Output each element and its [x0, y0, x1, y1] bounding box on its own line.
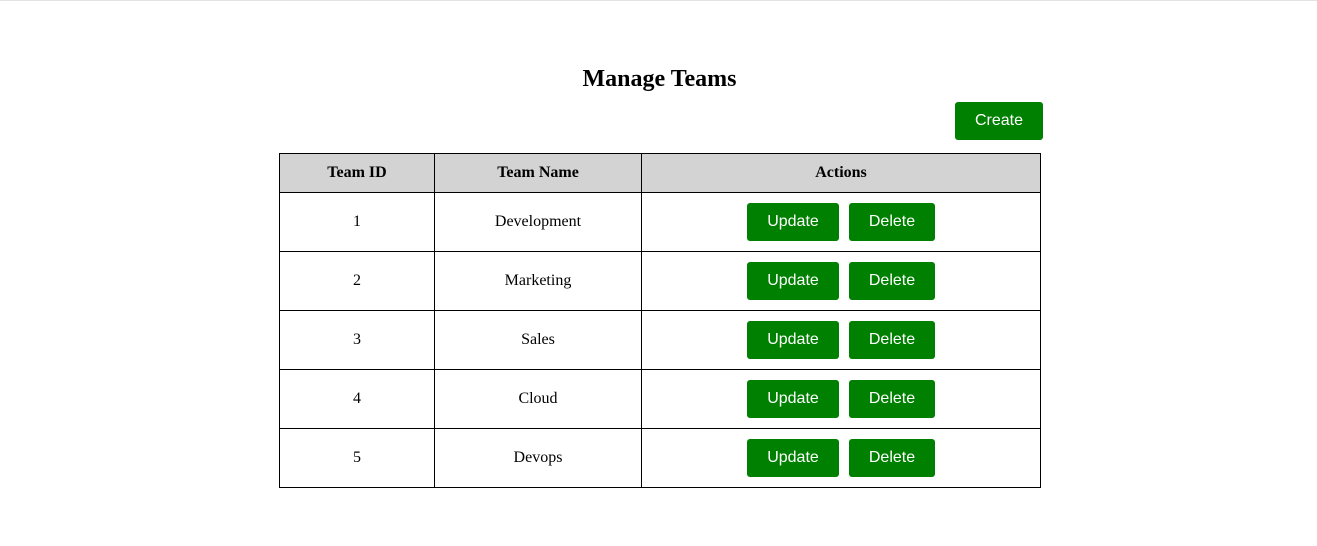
actions-cell: Update Delete	[641, 251, 1041, 311]
team-id-cell: 4	[279, 369, 435, 429]
team-name-cell: Marketing	[434, 251, 642, 311]
header-actions: Actions	[641, 153, 1041, 193]
table-row: 1 Development Update Delete	[279, 192, 1041, 252]
table-row: 4 Cloud Update Delete	[279, 369, 1041, 429]
update-button[interactable]: Update	[747, 203, 839, 241]
delete-button[interactable]: Delete	[849, 439, 935, 477]
update-button[interactable]: Update	[747, 321, 839, 359]
update-button[interactable]: Update	[747, 380, 839, 418]
actions-cell: Update Delete	[641, 369, 1041, 429]
actions-cell: Update Delete	[641, 310, 1041, 370]
team-name-cell: Devops	[434, 428, 642, 488]
table-row: 5 Devops Update Delete	[279, 428, 1041, 488]
team-id-cell: 1	[279, 192, 435, 252]
create-button[interactable]: Create	[955, 102, 1043, 140]
team-name-cell: Cloud	[434, 369, 642, 429]
table-row: 3 Sales Update Delete	[279, 310, 1041, 370]
table-header-row: Team ID Team Name Actions	[279, 153, 1041, 193]
update-button[interactable]: Update	[747, 262, 839, 300]
header-team-id: Team ID	[279, 153, 435, 193]
page-title: Manage Teams	[582, 66, 737, 92]
delete-button[interactable]: Delete	[849, 262, 935, 300]
delete-button[interactable]: Delete	[849, 203, 935, 241]
actions-cell: Update Delete	[641, 428, 1041, 488]
team-id-cell: 2	[279, 251, 435, 311]
delete-button[interactable]: Delete	[849, 321, 935, 359]
delete-button[interactable]: Delete	[849, 380, 935, 418]
update-button[interactable]: Update	[747, 439, 839, 477]
team-name-cell: Sales	[434, 310, 642, 370]
team-id-cell: 5	[279, 428, 435, 488]
teams-table: Team ID Team Name Actions 1 Development …	[279, 153, 1041, 488]
team-name-cell: Development	[434, 192, 642, 252]
actions-cell: Update Delete	[641, 192, 1041, 252]
team-id-cell: 3	[279, 310, 435, 370]
table-row: 2 Marketing Update Delete	[279, 251, 1041, 311]
header-team-name: Team Name	[434, 153, 642, 193]
top-divider	[0, 0, 1317, 1]
